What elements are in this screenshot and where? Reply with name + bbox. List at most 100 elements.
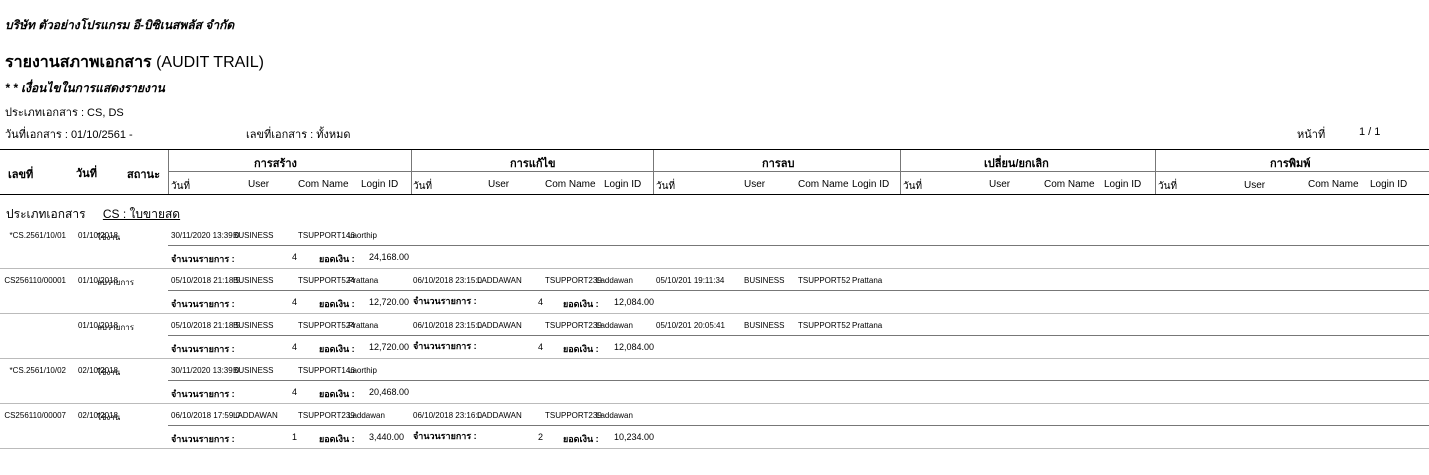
company-name: บริษัท ตัวอย่างโปรแกรม อี-บิซิเนสพลัส จำ…	[5, 18, 235, 32]
amount-label: ยอดเงิน :	[319, 254, 355, 264]
amount-label: ยอดเงิน :	[563, 299, 599, 309]
row-create-login-id: Laorthip	[348, 231, 377, 240]
row-create-user: BUSINESS	[233, 231, 274, 240]
edit-amount: 12,084.00	[614, 297, 655, 307]
amount-label: ยอดเงิน :	[563, 434, 599, 444]
row-create-com-name: TSUPPORT146	[298, 231, 355, 240]
row-doc-no: CS256110/00007	[4, 411, 66, 420]
row-separator	[168, 335, 1429, 336]
row-edit-user: LADDAWAN	[477, 276, 522, 285]
row-delete-com-name: TSUPPORT52	[798, 276, 851, 285]
row-edit-com-name: TSUPPORT239	[545, 411, 602, 420]
doc-types-filter: ประเภทเอกสาร : CS, DS	[5, 107, 124, 119]
count-label: จำนวนรายการ :	[413, 431, 477, 441]
subheader-user: User	[488, 179, 510, 190]
row-create-com-name: TSUPPORT239	[298, 411, 355, 420]
row-status: ใช้งาน	[97, 413, 121, 422]
header-mid-rule	[168, 171, 1429, 172]
subheader-date: วันที่	[413, 181, 433, 192]
doc-type-group: ประเภทเอกสาร CS : ใบขายสด	[6, 205, 180, 224]
count-label: จำนวนรายการ :	[413, 296, 477, 306]
group-header-create: การสร้าง	[254, 158, 297, 170]
col-divider	[411, 150, 412, 194]
amount-label: ยอดเงิน :	[319, 299, 355, 309]
header-top-rule	[0, 149, 1429, 150]
row-create-com-name: TSUPPORT524	[298, 276, 355, 285]
row-create-user: BUSINESS	[233, 321, 274, 330]
row-create-login-id: Prattana	[348, 276, 379, 285]
row-doc-no: *CS.2561/10/02	[9, 366, 67, 375]
create-amount: 12,720.00	[369, 297, 410, 307]
col-header-status: สถานะ	[127, 169, 160, 181]
row-separator	[168, 245, 1429, 246]
page-number: 1 / 1	[1359, 126, 1381, 138]
count-label: จำนวนรายการ :	[413, 341, 477, 351]
col-divider	[900, 150, 901, 194]
report-title-th: รายงานสภาพเอกสาร	[5, 54, 152, 71]
row-separator	[168, 380, 1429, 381]
subheader-user: User	[744, 179, 766, 190]
subheader-com-name: Com Name	[1308, 179, 1359, 190]
group-header-change-cancel: เปลี่ยน/ยกเลิก	[984, 158, 1049, 170]
doc-type-group-label: ประเภทเอกสาร	[6, 207, 86, 221]
subheader-login-id: Login ID	[1104, 179, 1142, 190]
doc-type-group-value: CS : ใบขายสด	[102, 207, 181, 221]
row-delete-login-id: Prattana	[852, 321, 883, 330]
subheader-login-id: Login ID	[604, 179, 642, 190]
row-delete-date: 05/10/201 20:05:41	[656, 321, 725, 330]
subheader-user: User	[989, 179, 1011, 190]
row-create-login-id: Laorthip	[348, 366, 377, 375]
row-status: ลบรายการ	[97, 278, 135, 287]
count-label: จำนวนรายการ :	[171, 254, 235, 264]
header-bottom-rule	[0, 194, 1429, 195]
subheader-com-name: Com Name	[798, 179, 849, 190]
create-amount: 12,720.00	[369, 342, 410, 352]
count-label: จำนวนรายการ :	[171, 434, 235, 444]
create-amount: 3,440.00	[369, 432, 405, 442]
subheader-user: User	[1244, 180, 1266, 191]
doc-date-filter: วันที่เอกสาร : 01/10/2561 -	[5, 129, 133, 141]
subheader-com-name: Com Name	[1044, 179, 1095, 190]
row-edit-date: 06/10/2018 23:15:0	[413, 276, 482, 285]
amount-label: ยอดเงิน :	[319, 434, 355, 444]
edit-item-count: 2	[538, 432, 544, 442]
create-item-count: 1	[292, 432, 298, 442]
create-item-count: 4	[292, 342, 298, 352]
col-divider	[1155, 150, 1156, 194]
row-delete-com-name: TSUPPORT52	[798, 321, 851, 330]
create-item-count: 4	[292, 387, 298, 397]
edit-amount: 10,234.00	[614, 432, 655, 442]
row-edit-com-name: TSUPPORT239	[545, 321, 602, 330]
amount-label: ยอดเงิน :	[319, 344, 355, 354]
edit-item-count: 4	[538, 342, 544, 352]
row-create-date: 05/10/2018 21:18:5	[171, 276, 240, 285]
row-edit-user: LADDAWAN	[477, 411, 522, 420]
row-edit-login-id: Laddawan	[596, 411, 633, 420]
row-edit-login-id: Laddawan	[596, 321, 633, 330]
count-label: จำนวนรายการ :	[171, 299, 235, 309]
subheader-date: วันที่	[656, 181, 676, 192]
group-header-edit: การแก้ไข	[510, 158, 556, 170]
row-doc-no: CS256110/00001	[4, 276, 66, 285]
report-title: รายงานสภาพเอกสาร (AUDIT TRAIL)	[5, 50, 264, 75]
row-create-user: LADDAWAN	[233, 411, 278, 420]
create-item-count: 4	[292, 252, 298, 262]
subheader-date: วันที่	[1158, 181, 1178, 192]
row-edit-user: LADDAWAN	[477, 321, 522, 330]
subheader-date: วันที่	[903, 181, 923, 192]
row-create-user: BUSINESS	[233, 276, 274, 285]
row-bottom-rule	[0, 358, 1429, 359]
count-label: จำนวนรายการ :	[171, 344, 235, 354]
subheader-com-name: Com Name	[545, 179, 596, 190]
row-create-date: 06/10/2018 17:59:0	[171, 411, 240, 420]
subheader-user: User	[248, 179, 270, 190]
amount-label: ยอดเงิน :	[563, 344, 599, 354]
group-header-delete: การลบ	[762, 158, 795, 170]
row-separator	[168, 425, 1429, 426]
row-edit-date: 06/10/2018 23:16:0	[413, 411, 482, 420]
page-label: หน้าที่	[1297, 129, 1326, 141]
report-title-en: (AUDIT TRAIL)	[156, 54, 264, 71]
row-create-date: 30/11/2020 13:39:0	[171, 366, 240, 375]
create-amount: 20,468.00	[369, 387, 410, 397]
col-header-date: วันที่	[76, 168, 97, 180]
